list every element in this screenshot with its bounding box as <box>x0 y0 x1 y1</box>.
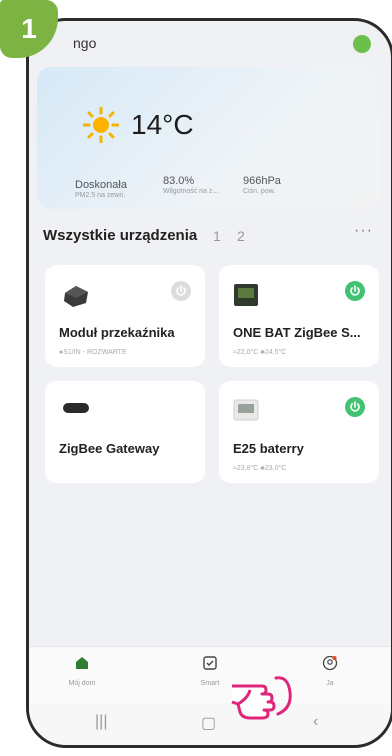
weather-stat: 966hPa Ciśn. pow. <box>243 175 281 195</box>
nav-label: Ja <box>326 680 334 687</box>
power-icon <box>176 285 186 296</box>
stat-label: PM2.5 na zewn. <box>75 192 126 199</box>
home-name[interactable]: ngo <box>73 35 96 51</box>
device-card-gateway[interactable]: ZigBee Gateway <box>45 381 205 483</box>
device-status: ●S1/IN - ROZWARTE <box>59 349 127 356</box>
device-status: ≈23,8°C ♣23,0°C <box>233 465 287 472</box>
power-button[interactable] <box>171 281 191 301</box>
device-card-relay[interactable]: Moduł przekaźnika ●S1/IN - ROZWARTE <box>45 265 205 367</box>
device-status: ≈22,0°C ♣24,5°C <box>233 349 287 356</box>
back-icon[interactable]: ‹ <box>313 713 318 731</box>
gateway-icon <box>63 403 89 413</box>
nav-label: Mój dom <box>68 680 96 687</box>
tab-room-2[interactable]: 2 <box>237 228 245 244</box>
home-icon <box>76 657 88 669</box>
nav-home[interactable]: Mój dom <box>47 655 117 687</box>
stat-label: Wilgotność na z... <box>163 188 219 195</box>
home-button-icon[interactable]: ▢ <box>201 713 216 733</box>
phone-frame: ngo 14°C Doskonała PM2.5 na zewn. 83.0% … <box>26 18 392 748</box>
device-name: E25 baterry <box>233 441 304 456</box>
notification-dot[interactable] <box>353 35 371 53</box>
weather-stat: Doskonała PM2.5 na zewn. <box>75 179 127 199</box>
system-nav-bar: ||| ▢ ‹ <box>29 703 391 745</box>
device-name: Moduł przekaźnika <box>59 325 175 340</box>
weather-stat: 83.0% Wilgotność na z... <box>163 175 218 195</box>
power-icon <box>350 401 360 412</box>
bottom-nav: Mój dom Smart Ja <box>29 646 391 703</box>
stat-label: Ciśn. pow. <box>243 188 276 195</box>
smart-check-icon <box>203 656 217 670</box>
sensor-display-icon <box>234 284 258 306</box>
stat-value: 966hPa <box>243 175 281 187</box>
power-button[interactable] <box>345 397 365 417</box>
thermometer-display-icon <box>233 399 259 421</box>
nav-profile[interactable]: Ja <box>295 655 365 687</box>
recent-apps-icon[interactable]: ||| <box>95 713 107 731</box>
devices-heading[interactable]: Wszystkie urządzenia <box>43 227 197 244</box>
power-icon <box>350 285 360 296</box>
top-bar: ngo <box>51 35 371 59</box>
temperature: 14°C <box>131 109 194 140</box>
relay-module-icon <box>64 286 88 307</box>
sun-icon <box>83 107 119 143</box>
device-name: ONE BAT ZigBee S... <box>233 325 361 340</box>
power-button[interactable] <box>345 281 365 301</box>
device-name: ZigBee Gateway <box>59 441 160 456</box>
stat-value: 83.0% <box>163 175 195 187</box>
weather-card[interactable]: 14°C Doskonała PM2.5 na zewn. 83.0% Wilg… <box>37 67 379 209</box>
tab-room-1[interactable]: 1 <box>213 228 221 244</box>
device-card-e25[interactable]: E25 baterry ≈23,8°C ♣23,0°C <box>219 381 379 483</box>
profile-icon <box>322 655 338 671</box>
stat-value: Doskonała <box>75 179 127 191</box>
pointing-hand-icon <box>231 676 292 720</box>
more-options-icon[interactable]: ··· <box>354 222 373 240</box>
device-card-sensor[interactable]: ONE BAT ZigBee S... ≈22,0°C ♣24,5°C <box>219 265 379 367</box>
